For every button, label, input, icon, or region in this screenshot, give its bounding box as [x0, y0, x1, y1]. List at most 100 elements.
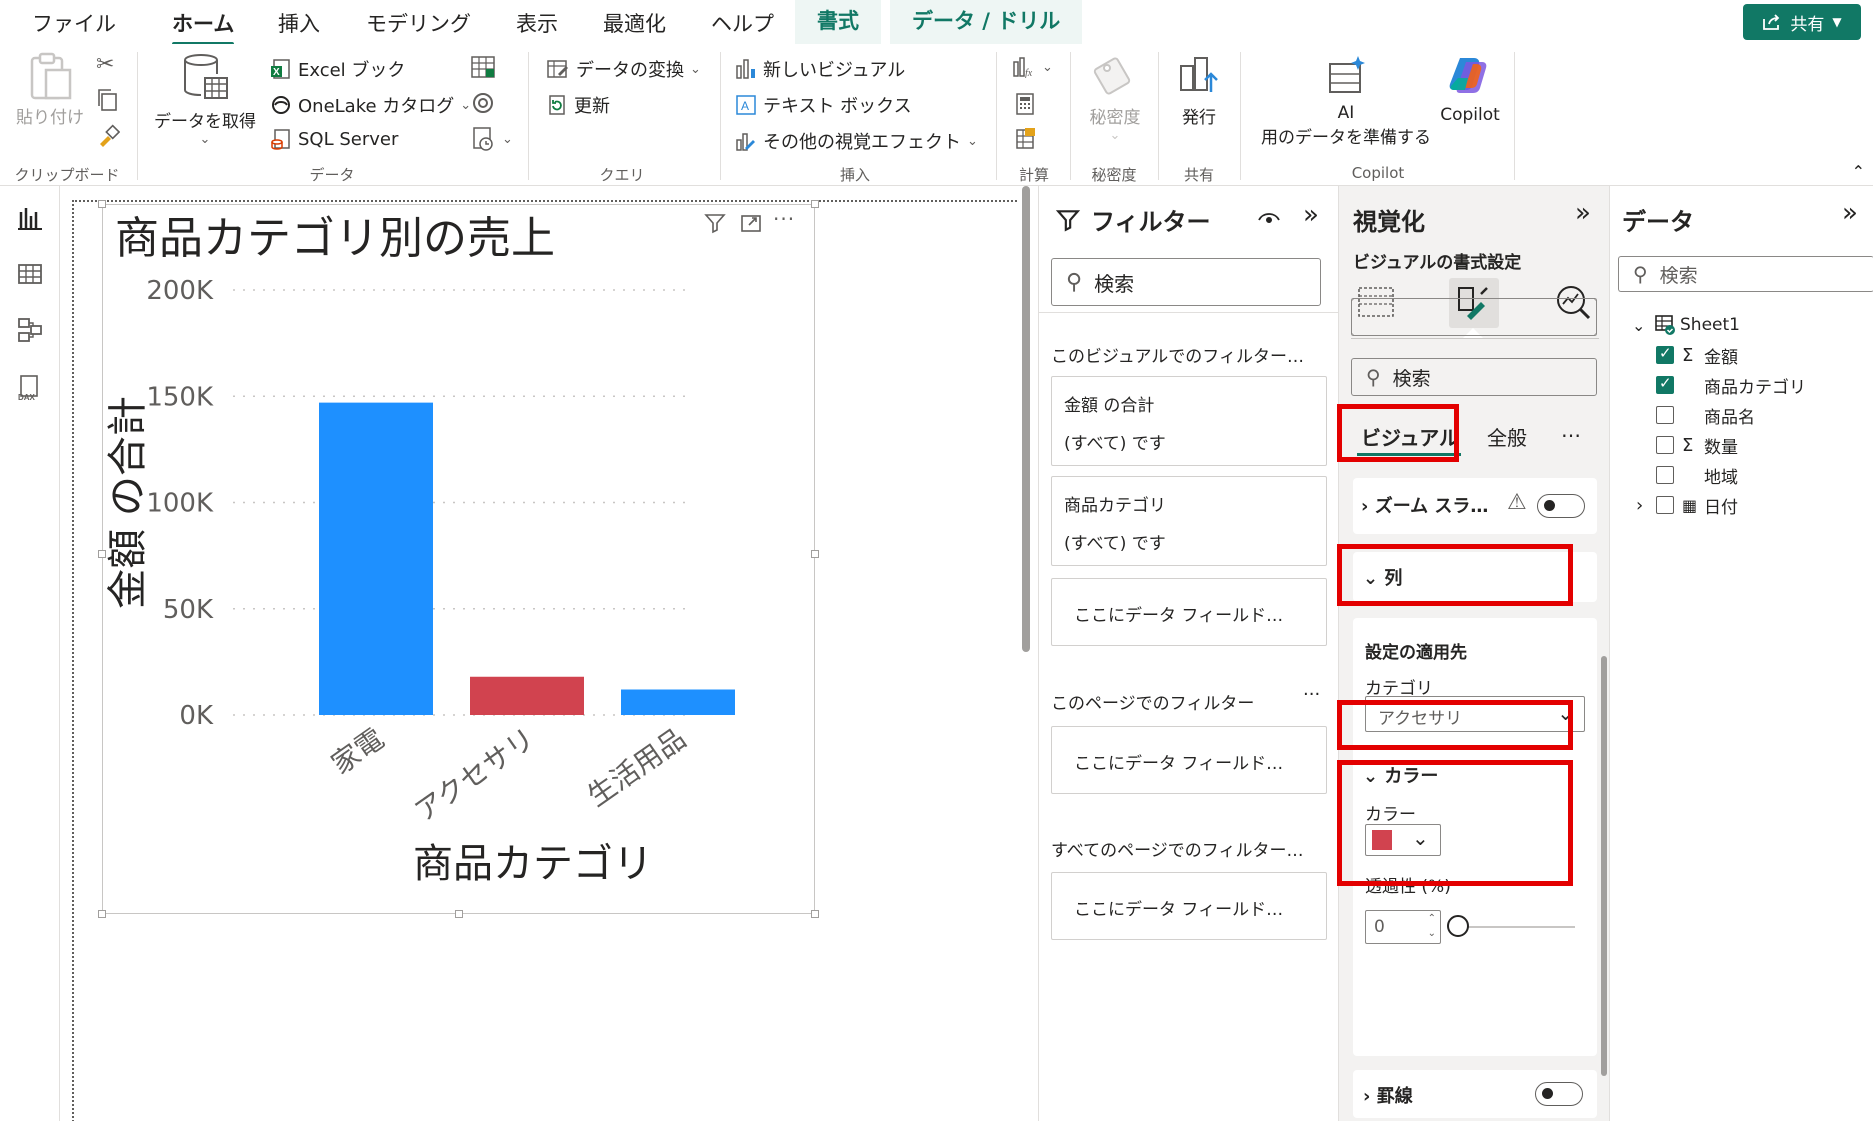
excel-workbook-button[interactable]: X Excel ブック — [270, 56, 405, 82]
resize-handle[interactable] — [98, 910, 106, 918]
format-painter-icon[interactable] — [96, 124, 120, 148]
group-separator — [1514, 52, 1515, 180]
tab-visual[interactable]: ビジュアル — [1361, 422, 1459, 451]
zoom-slider-toggle[interactable] — [1537, 494, 1585, 518]
more-options-icon[interactable]: ··· — [773, 207, 795, 231]
collapse-data-icon[interactable]: » — [1842, 198, 1858, 228]
collapse-ribbon-icon[interactable]: ⌃ — [1852, 162, 1865, 181]
group-separator — [1070, 52, 1071, 180]
add-all-pages-filter-dropzone[interactable]: ここにデータ フィールド… — [1051, 872, 1327, 940]
field-checkbox[interactable] — [1656, 374, 1674, 394]
refresh-label: 更新 — [574, 96, 610, 117]
resize-handle[interactable] — [455, 910, 463, 918]
dax-query-view-icon[interactable]: DAX — [16, 374, 44, 402]
report-view-icon[interactable] — [16, 204, 44, 232]
tab-view[interactable]: 表示 — [516, 8, 558, 38]
copilot-button[interactable]: Copilot — [1432, 52, 1508, 125]
transparency-slider-track[interactable] — [1455, 926, 1575, 928]
color-swatch — [1372, 830, 1392, 850]
resize-handle[interactable] — [98, 200, 106, 208]
color-picker[interactable]: ⌄ — [1365, 824, 1441, 856]
report-canvas[interactable]: 商品カテゴリ別の売上 0K 50K 100K 150K 200K 金額 の合計 家電 アクセサリ… — [60, 186, 1025, 1121]
group-label-sensitivity: 秘密度 — [1091, 166, 1137, 184]
chevron-right-icon[interactable]: › — [1636, 495, 1643, 516]
resize-handle[interactable] — [811, 910, 819, 918]
data-search-input[interactable]: ⚲ 検索 — [1618, 256, 1873, 292]
filter-card-amount[interactable]: 金額 の合計 (すべて) です — [1051, 376, 1327, 466]
tab-modeling[interactable]: モデリング — [366, 8, 471, 38]
bar-chart-visual[interactable]: 商品カテゴリ別の売上 0K 50K 100K 150K 200K 金額 の合計 家電 アクセサリ… — [102, 204, 815, 914]
sensitivity-button[interactable]: 秘密度 ⌄ — [1080, 52, 1150, 143]
table-view-icon[interactable] — [16, 260, 44, 288]
field-checkbox[interactable] — [1656, 344, 1674, 364]
more-visuals-button[interactable]: その他の視覚エフェクト ⌄ — [735, 128, 978, 154]
field-checkbox[interactable] — [1656, 496, 1674, 514]
chevron-down-icon: ⌄ — [690, 61, 701, 77]
sql-server-button[interactable]: SQL Server — [270, 128, 398, 150]
group-label-calc: 計算 — [1018, 166, 1050, 184]
tab-general[interactable]: 全般 — [1487, 422, 1527, 451]
copy-icon[interactable] — [96, 88, 118, 112]
tab-file[interactable]: ファイル — [32, 8, 116, 38]
resize-handle[interactable] — [98, 550, 106, 558]
onelake-catalog-button[interactable]: OneLake カタログ ⌄ — [270, 92, 471, 118]
colors-header[interactable]: ⌄ カラー — [1363, 762, 1438, 788]
page-filters-section: このページでのフィルター — [1051, 694, 1255, 714]
sigma-icon: Σ — [1682, 344, 1694, 366]
refresh-button[interactable]: 更新 — [546, 92, 610, 118]
field-checkbox[interactable] — [1656, 436, 1674, 454]
get-data-button[interactable]: データを取得 ⌄ — [150, 52, 260, 147]
collapse-filters-icon[interactable]: » — [1303, 200, 1319, 230]
excel-icon: X — [271, 59, 290, 79]
chevron-down-icon[interactable]: ⌄ — [1632, 316, 1645, 335]
transparency-stepper[interactable]: 0 ⌃ ⌄ — [1365, 910, 1441, 944]
canvas-scrollbar[interactable] — [1022, 186, 1030, 652]
tab-home[interactable]: ホーム — [172, 8, 235, 46]
new-visual-button[interactable]: 新しいビジュアル — [735, 56, 905, 82]
group-separator — [528, 52, 529, 180]
tab-data-drill[interactable]: データ / ドリル — [890, 0, 1083, 44]
collapse-visualizations-icon[interactable]: » — [1575, 198, 1591, 228]
category-dropdown[interactable]: アクセサリ ⌄ — [1365, 696, 1585, 732]
recent-sources-button[interactable]: ⌄ — [470, 126, 513, 152]
dataverse-icon[interactable] — [470, 90, 496, 116]
field-checkbox[interactable] — [1656, 466, 1674, 484]
model-view-icon[interactable] — [16, 316, 44, 344]
paste-button[interactable]: 貼り付け — [10, 50, 90, 128]
resize-handle[interactable] — [811, 550, 819, 558]
more-options-icon[interactable]: ··· — [1303, 684, 1320, 705]
tab-help[interactable]: ヘルプ — [711, 8, 774, 38]
columns-section-header[interactable]: ⌄ 列 — [1353, 552, 1597, 602]
format-search-input[interactable]: ⚲ 検索 — [1351, 358, 1597, 396]
tab-insert[interactable]: 挿入 — [278, 8, 320, 38]
tab-format[interactable]: 書式 — [795, 0, 881, 44]
more-options-icon[interactable]: … — [1561, 418, 1581, 442]
focus-mode-icon[interactable] — [739, 211, 763, 239]
cut-icon[interactable]: ✂ — [96, 52, 114, 77]
pane-scrollbar[interactable] — [1601, 656, 1607, 1076]
field-checkbox[interactable] — [1656, 406, 1674, 424]
filter-icon[interactable] — [703, 211, 727, 241]
add-page-filter-dropzone[interactable]: ここにデータ フィールド… — [1051, 726, 1327, 794]
quick-measure-button[interactable]: fx ⌄ — [1012, 56, 1053, 78]
prepare-data-for-ai-button[interactable]: AI 用のデータを準備する — [1254, 52, 1438, 148]
zoom-slider-card[interactable]: › ズーム スラ… ⚠ — [1353, 478, 1597, 534]
filter-card-category[interactable]: 商品カテゴリ (すべて) です — [1051, 476, 1327, 566]
transform-data-button[interactable]: データの変換 ⌄ — [546, 56, 701, 82]
text-box-button[interactable]: A テキスト ボックス — [735, 92, 912, 118]
border-section-header[interactable]: › 罫線 — [1353, 1070, 1597, 1118]
publish-button[interactable]: 発行 — [1168, 52, 1230, 128]
calculator-icon[interactable] — [1014, 92, 1036, 116]
add-visual-filter-dropzone[interactable]: ここにデータ フィールド… — [1051, 578, 1327, 646]
enter-data-icon[interactable] — [470, 54, 496, 80]
stepper-arrows-icon[interactable]: ⌃ ⌄ — [1428, 911, 1436, 941]
new-table-icon[interactable] — [1014, 126, 1036, 150]
transparency-slider-thumb[interactable] — [1447, 915, 1469, 937]
filters-search-input[interactable]: ⚲ 検索 — [1051, 258, 1321, 306]
border-toggle[interactable] — [1535, 1082, 1583, 1106]
new-visual-icon — [736, 59, 755, 79]
tab-optimize[interactable]: 最適化 — [603, 8, 666, 38]
eye-icon[interactable] — [1257, 208, 1281, 228]
share-button[interactable]: 共有 ▼ — [1743, 4, 1861, 40]
resize-handle[interactable] — [811, 200, 819, 208]
